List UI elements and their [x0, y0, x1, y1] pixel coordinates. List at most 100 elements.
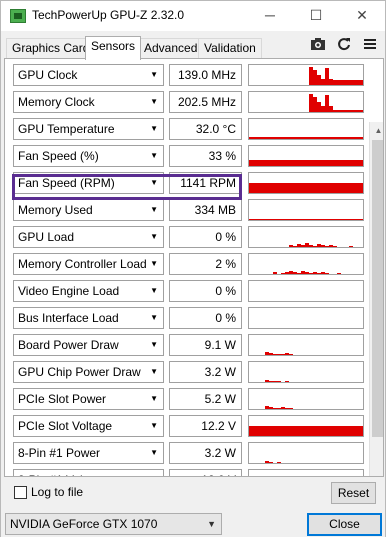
vertical-scrollbar[interactable]: ▲ ▼ [369, 122, 383, 476]
sensor-label-dropdown[interactable]: 8-Pin #1 Voltage▼ [13, 469, 164, 476]
graph-bar [313, 219, 317, 220]
graph-bar [345, 80, 349, 85]
graph-bar [269, 137, 273, 139]
sensor-row: GPU Temperature ▼ 32.0 °C [13, 118, 364, 140]
sensor-row: Fan Speed (%) ▼ 33 % [13, 145, 364, 167]
graph-bar [357, 426, 361, 436]
graph-bar [321, 245, 325, 247]
graph-bar [337, 137, 341, 139]
graph-bar [265, 183, 269, 193]
sensor-label-dropdown[interactable]: PCIe Slot Power ▼ [13, 388, 164, 410]
sensor-graph-svg [309, 94, 363, 112]
graph-bar [313, 272, 317, 274]
graph-bar [337, 273, 341, 274]
graph-bar [281, 354, 285, 355]
graph-bar [321, 219, 325, 220]
chevron-down-icon: ▼ [150, 124, 158, 133]
graph-bar [265, 160, 269, 166]
graph-bar [281, 426, 285, 436]
sensor-value: 139.0 MHz [169, 64, 242, 86]
scroll-thumb[interactable] [372, 140, 383, 437]
sensor-graph-svg [265, 352, 293, 355]
sensor-label-dropdown[interactable]: GPU Temperature ▼ [13, 118, 164, 140]
graph-bar [325, 183, 329, 193]
graph-bar [301, 219, 305, 220]
graph-bar [317, 426, 321, 436]
graph-bar [273, 408, 277, 409]
graph-bar [341, 426, 345, 436]
graph-bar [329, 245, 333, 247]
sensor-label-dropdown[interactable]: GPU Clock ▼ [13, 64, 164, 86]
graph-bar [293, 137, 297, 139]
minimize-button[interactable]: ─ [247, 1, 293, 31]
sensor-label-dropdown[interactable]: Bus Interface Load ▼ [13, 307, 164, 329]
graph-bar [273, 160, 277, 166]
sensor-value: 3.2 W [169, 442, 242, 464]
graph-bar [353, 426, 357, 436]
sensor-value: 33 % [169, 145, 242, 167]
sensor-label-dropdown[interactable]: 8-Pin #1 Power ▼ [13, 442, 164, 464]
title-bar: TechPowerUp GPU-Z 2.32.0 ─ ☐ ✕ [1, 1, 385, 31]
maximize-button[interactable]: ☐ [293, 1, 339, 31]
graph-bar [281, 137, 285, 139]
chevron-down-icon: ▼ [150, 151, 158, 160]
graph-bar [321, 79, 325, 85]
graph-bar [285, 272, 289, 274]
close-button[interactable]: Close [307, 513, 382, 536]
chevron-down-icon: ▼ [150, 205, 158, 214]
graph-bar [313, 160, 317, 166]
graph-bar [305, 219, 309, 220]
graph-bar [357, 183, 361, 193]
sensor-label-dropdown[interactable]: Video Engine Load ▼ [13, 280, 164, 302]
graph-bar [317, 160, 321, 166]
sensor-label-dropdown[interactable]: Memory Clock ▼ [13, 91, 164, 113]
tab-sensors[interactable]: Sensors [85, 36, 142, 60]
graph-bar [329, 183, 333, 193]
tab-strip: Graphics Card Sensors Advanced Validatio… [1, 31, 385, 60]
graph-bar [273, 354, 277, 355]
sensor-label-dropdown[interactable]: Memory Controller Load ▼ [13, 253, 164, 275]
graph-bar [269, 183, 273, 193]
sensor-row: GPU Load ▼ 0 % [13, 226, 364, 248]
graph-bar [313, 70, 317, 85]
sensor-row: PCIe Slot Power ▼ 5.2 W [13, 388, 364, 410]
sensor-label-dropdown[interactable]: Memory Used ▼ [13, 199, 164, 221]
graph-bar [253, 137, 257, 139]
graph-bar [265, 406, 269, 409]
camera-icon[interactable] [310, 37, 326, 55]
graph-bar [317, 219, 321, 220]
sensor-label-dropdown[interactable]: Fan Speed (%) ▼ [13, 145, 164, 167]
sensor-row: Memory Clock ▼ 202.5 MHz [13, 91, 364, 113]
graph-bar [297, 137, 301, 139]
graph-bar [301, 271, 305, 274]
sensor-label-dropdown[interactable]: GPU Chip Power Draw ▼ [13, 361, 164, 383]
graph-bar [333, 426, 337, 436]
refresh-icon[interactable] [337, 37, 351, 55]
sensor-label-dropdown[interactable]: PCIe Slot Voltage ▼ [13, 415, 164, 437]
menu-icon[interactable] [363, 37, 377, 55]
graph-bar [281, 273, 285, 274]
graph-bar [337, 219, 341, 220]
graph-bar [253, 219, 257, 220]
graph-bar [349, 426, 353, 436]
close-window-button[interactable]: ✕ [339, 1, 385, 31]
graph-bar [257, 137, 261, 139]
sensor-label-dropdown[interactable]: Board Power Draw ▼ [13, 334, 164, 356]
sensor-label-dropdown[interactable]: GPU Load ▼ [13, 226, 164, 248]
chevron-down-icon: ▼ [150, 448, 158, 457]
graph-bar [249, 426, 253, 436]
scroll-up-icon[interactable]: ▲ [370, 122, 383, 139]
graph-bar [249, 183, 253, 193]
reset-button[interactable]: Reset [331, 482, 376, 504]
log-to-file-checkbox[interactable] [14, 486, 27, 499]
graph-bar [345, 137, 349, 139]
graph-bar [273, 219, 277, 220]
tab-graphics-card[interactable]: Graphics Card [6, 38, 96, 59]
tab-validation[interactable]: Validation [198, 38, 262, 59]
gpu-select-dropdown[interactable]: NVIDIA GeForce GTX 1070 ▼ [5, 513, 222, 535]
graph-bar [269, 219, 273, 220]
sensor-graph [248, 145, 364, 167]
graph-bar [277, 426, 281, 436]
tab-advanced[interactable]: Advanced [138, 38, 204, 59]
graph-bar [333, 246, 337, 247]
